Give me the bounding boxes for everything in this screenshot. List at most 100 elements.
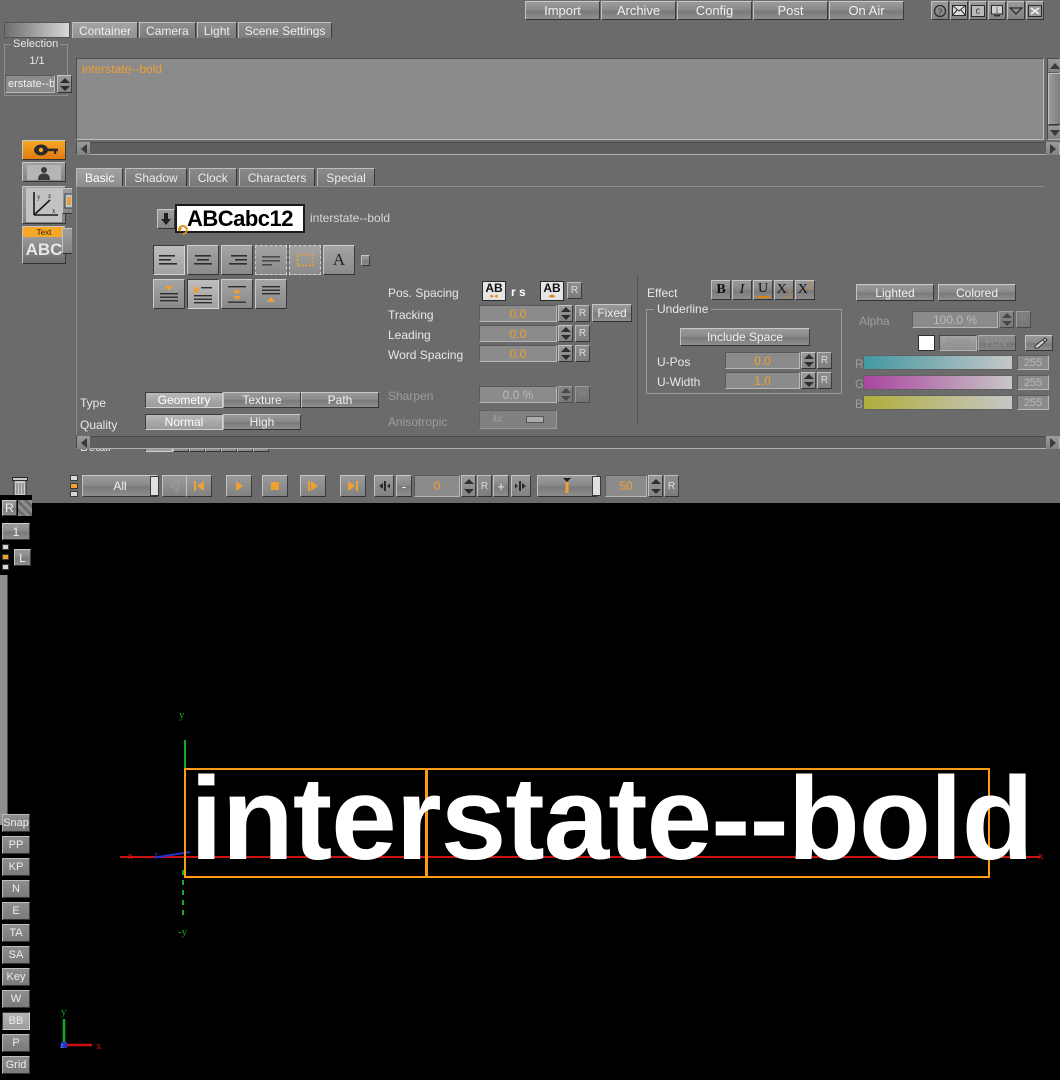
tracking-fixed-button[interactable]: Fixed: [592, 304, 632, 322]
key-prev-button[interactable]: [374, 475, 394, 497]
subtab-clock[interactable]: Clock: [188, 168, 237, 186]
channel-g-slider[interactable]: [863, 375, 1013, 390]
channel-r-slider[interactable]: [863, 355, 1013, 370]
channel-g-value[interactable]: 255: [1017, 375, 1049, 390]
hsv-mode-button[interactable]: HSV: [978, 335, 1016, 351]
info-icon[interactable]: i: [988, 1, 1006, 20]
tab-container[interactable]: Container: [72, 22, 139, 38]
u-width-reset-button[interactable]: R: [817, 372, 832, 389]
font-dropdown-icon[interactable]: [157, 209, 175, 229]
panel-scroll-right-icon[interactable]: [1046, 436, 1059, 449]
panel-scroll-left-icon[interactable]: [77, 436, 90, 449]
sharpen-stepper[interactable]: [558, 386, 573, 403]
vertical-baseline-icon[interactable]: [187, 279, 219, 309]
word-spacing-field[interactable]: 0.0: [479, 345, 557, 362]
import-button[interactable]: Import: [525, 1, 600, 20]
alpha-reset-button[interactable]: R: [1016, 311, 1031, 328]
frame-plus-button[interactable]: +: [493, 475, 509, 497]
superscript-button[interactable]: X2: [795, 280, 815, 300]
rail-pp-button[interactable]: PP: [2, 836, 30, 854]
quality-high-button[interactable]: High: [223, 414, 301, 430]
duration-field[interactable]: 50: [605, 475, 647, 497]
rail-sa-button[interactable]: SA: [2, 946, 30, 964]
subtab-characters[interactable]: Characters: [238, 168, 316, 186]
u-pos-reset-button[interactable]: R: [817, 352, 832, 369]
color-swatch[interactable]: [918, 335, 935, 351]
underline-button[interactable]: U: [753, 280, 773, 300]
leading-stepper[interactable]: [558, 325, 573, 342]
rail-kp-button[interactable]: KP: [2, 858, 30, 876]
alpha-stepper[interactable]: [999, 311, 1014, 328]
subtab-shadow[interactable]: Shadow: [125, 168, 187, 186]
lighted-button[interactable]: Lighted: [856, 284, 934, 301]
console-icon[interactable]: C: [969, 1, 987, 20]
rgb-mode-button[interactable]: RGB: [939, 335, 977, 351]
rail-snap-button[interactable]: Snap: [2, 814, 30, 832]
layer-letter-button[interactable]: L: [14, 549, 31, 566]
type-texture-button[interactable]: Texture: [223, 392, 301, 408]
italic-button[interactable]: I: [732, 280, 752, 300]
post-button[interactable]: Post: [753, 1, 828, 20]
text-vertical-scrollbar[interactable]: [1047, 58, 1060, 140]
font-reload-icon[interactable]: [177, 223, 191, 238]
subscript-button[interactable]: X2: [774, 280, 794, 300]
vertical-bottom-icon[interactable]: [255, 279, 287, 309]
key-icon[interactable]: [22, 140, 66, 160]
mail-icon[interactable]: [950, 1, 968, 20]
pos-spacing-reset-button[interactable]: R: [567, 282, 582, 299]
quality-normal-button[interactable]: Normal: [145, 414, 223, 430]
tab-light[interactable]: Light: [196, 22, 237, 38]
play-button[interactable]: [226, 475, 252, 497]
text-horizontal-scrollbar[interactable]: [76, 142, 1060, 155]
time-marker-track[interactable]: [537, 475, 597, 497]
rail-w-button[interactable]: W: [2, 990, 30, 1008]
help-icon[interactable]: ?: [931, 1, 949, 20]
rail-grid-button[interactable]: Grid: [2, 1056, 30, 1074]
leading-reset-button[interactable]: R: [575, 325, 590, 342]
hatch-icon[interactable]: [18, 500, 32, 516]
time-marker-handle[interactable]: [592, 476, 601, 496]
frame-reset-button[interactable]: R: [477, 475, 492, 497]
panel-horizontal-scrollbar[interactable]: [76, 436, 1060, 449]
u-pos-field[interactable]: 0.0: [725, 352, 800, 369]
tracking-field[interactable]: 0.0: [479, 305, 557, 322]
u-width-stepper[interactable]: [801, 372, 816, 389]
word-spacing-stepper[interactable]: [558, 345, 573, 362]
anisotropic-handle[interactable]: [526, 416, 545, 423]
minimize-icon[interactable]: [1007, 1, 1025, 20]
channel-b-slider[interactable]: [863, 395, 1013, 410]
type-geometry-button[interactable]: Geometry: [145, 392, 223, 408]
u-pos-stepper[interactable]: [801, 352, 816, 369]
word-spacing-reset-button[interactable]: R: [575, 345, 590, 362]
scroll-right-icon[interactable]: [1046, 142, 1059, 155]
tab-camera[interactable]: Camera: [139, 22, 196, 38]
rail-e-button[interactable]: E: [2, 902, 30, 920]
timeline-all-button[interactable]: All: [82, 475, 158, 497]
rail-n-button[interactable]: N: [2, 880, 30, 898]
align-right-icon[interactable]: [221, 245, 253, 275]
duration-reset-button[interactable]: R: [664, 475, 679, 497]
colored-button[interactable]: Colored: [938, 284, 1016, 301]
include-space-button[interactable]: Include Space: [680, 328, 810, 346]
ab-out-icon[interactable]: AB ◂▸: [540, 281, 564, 301]
goto-start-button[interactable]: [186, 475, 212, 497]
alpha-field[interactable]: 100.0 %: [912, 311, 998, 328]
font-preview[interactable]: ABCabc12: [175, 204, 305, 233]
channel-r-value[interactable]: 255: [1017, 355, 1049, 370]
on-air-button[interactable]: On Air: [829, 1, 904, 20]
tracking-stepper[interactable]: [558, 305, 573, 322]
u-width-field[interactable]: 1.0: [725, 372, 800, 389]
tracking-reset-button[interactable]: R: [575, 305, 590, 322]
step-back-button[interactable]: [162, 475, 188, 497]
eyedropper-icon[interactable]: [1025, 335, 1053, 351]
align-left-icon[interactable]: [153, 245, 185, 275]
sharpen-field[interactable]: 0.0 %: [479, 386, 557, 403]
rail-bb-button[interactable]: BB: [2, 1012, 30, 1030]
transform-icon[interactable]: y z x: [22, 186, 66, 224]
duration-stepper[interactable]: [648, 475, 663, 497]
scroll-left-icon[interactable]: [77, 142, 90, 155]
scroll-up-icon[interactable]: [1048, 59, 1060, 72]
ab-in-icon[interactable]: AB ▸◂: [482, 281, 506, 301]
goto-end-button[interactable]: [340, 475, 366, 497]
rail-track[interactable]: [0, 575, 8, 825]
